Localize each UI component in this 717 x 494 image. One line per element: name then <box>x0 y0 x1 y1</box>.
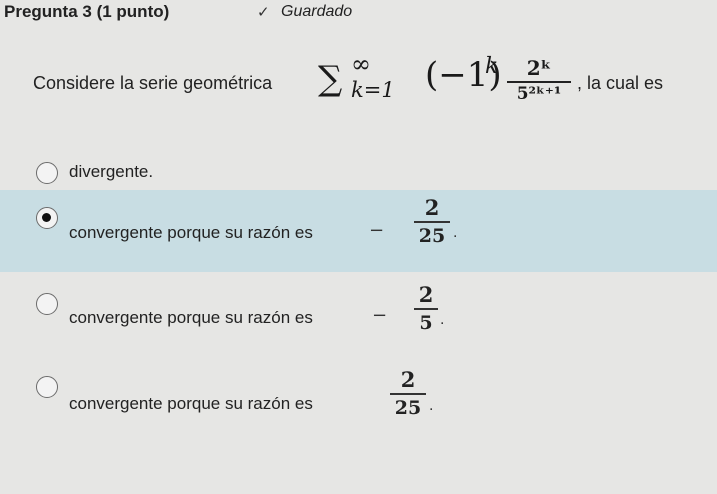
fraction-bar <box>390 393 426 395</box>
ratio-denominator: 5 <box>419 312 433 334</box>
radio-selected-dot <box>42 213 51 222</box>
check-icon: ✓ <box>257 4 270 21</box>
radio-button[interactable] <box>36 293 58 315</box>
option-label: convergente porque su razón es <box>69 223 313 242</box>
statement-text: Considere la serie geométrica <box>33 73 273 93</box>
option-convergente-menos-2-5[interactable]: convergente porque su razón es − 2 5 . <box>0 280 717 350</box>
series-fraction-denominator: 5²ᵏ⁺¹ <box>516 84 562 104</box>
option-divergente[interactable]: divergente. <box>0 150 717 194</box>
radio-button-selected[interactable] <box>36 207 58 229</box>
ratio-denominator: 25 <box>418 225 446 247</box>
question-header: Pregunta 3 (1 punto) ✓ Guardado <box>0 0 717 26</box>
radio-button[interactable] <box>36 162 58 184</box>
series-exponent: k <box>485 54 499 79</box>
statement-suffix: , la cual es <box>577 73 664 93</box>
ratio-numerator: 2 <box>418 282 434 307</box>
fraction-bar <box>414 308 438 310</box>
saved-status: Guardado <box>281 3 353 20</box>
option-convergente-menos-2-25[interactable]: convergente porque su razón es − 2 25 . <box>0 190 717 272</box>
ratio-denominator: 25 <box>394 397 422 419</box>
series-fraction: 2ᵏ 5²ᵏ⁺¹ <box>507 56 571 104</box>
fraction-bar <box>507 81 571 83</box>
period: . <box>453 224 458 241</box>
series-fraction-numerator: 2ᵏ <box>526 56 552 80</box>
option-label: convergente porque su razón es <box>69 394 313 413</box>
question-statement: Considere la serie geométrica ∑ ∞ k=1 (−… <box>33 50 713 114</box>
minus-sign: − <box>372 305 388 326</box>
ratio-fraction: 2 25 <box>390 367 426 419</box>
option-label: divergente. <box>69 162 154 181</box>
ratio-fraction: 2 25 <box>414 195 450 247</box>
period: . <box>440 311 445 328</box>
question-title: Pregunta 3 (1 punto) <box>4 2 170 21</box>
radio-button[interactable] <box>36 376 58 398</box>
ratio-numerator: 2 <box>400 367 416 392</box>
minus-sign: − <box>369 220 385 241</box>
sum-lower-limit: k=1 <box>351 78 395 102</box>
sum-upper-limit: ∞ <box>351 50 371 78</box>
ratio-fraction: 2 5 <box>414 282 438 334</box>
period: . <box>429 397 434 414</box>
option-label: convergente porque su razón es <box>69 308 313 327</box>
option-convergente-2-25[interactable]: convergente porque su razón es 2 25 . <box>0 366 717 436</box>
ratio-numerator: 2 <box>424 195 440 220</box>
sum-symbol: ∑ <box>318 59 343 99</box>
fraction-bar <box>414 221 450 223</box>
